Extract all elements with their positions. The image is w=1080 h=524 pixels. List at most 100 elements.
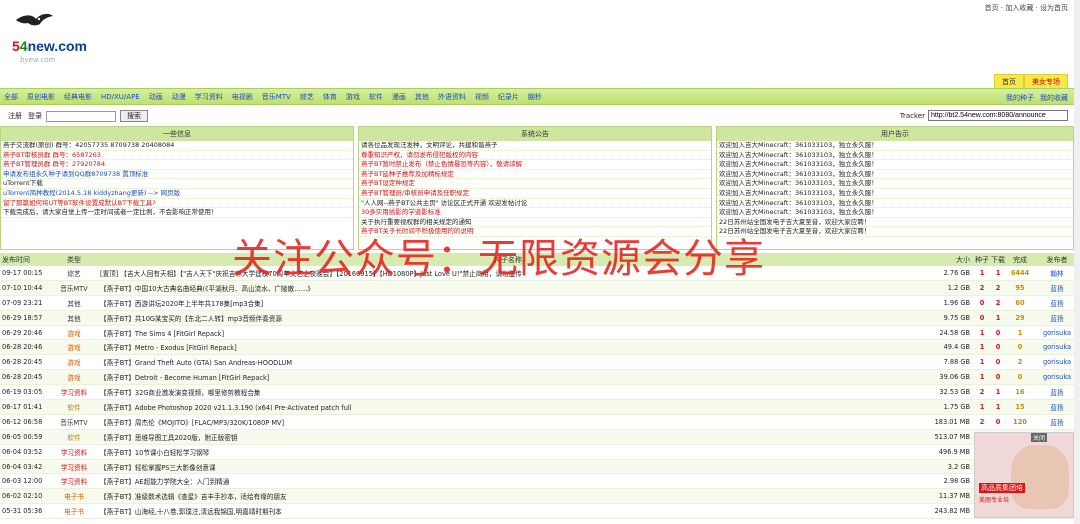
user-notice-row[interactable]: 22日苏州站全国发电子吉大夏至音，欢迎大家应聘！ (717, 227, 1073, 237)
table-row[interactable]: 06-05 00:59 软件 【燕子BT】思维导图工具2020版，附正版密钥 513.… (0, 429, 1080, 445)
row-name[interactable]: 【燕子BT】AE超能力学院大全：入门到精通 (96, 476, 916, 486)
announcement-row[interactable]: "人人网--燕子BT公共主页" 访论区正式开通 欢迎发帖讨论 (359, 199, 711, 209)
nav-my-seeds[interactable]: 我的种子 (1006, 93, 1034, 103)
row-name[interactable]: 【燕子BT】32G商业激发演变视频，哪里修剪教程合集 (96, 387, 916, 397)
row-type[interactable]: 软件 (52, 432, 96, 442)
col-seed[interactable]: 种子 (974, 255, 990, 265)
table-row[interactable]: 06-28 20:46 游戏 【燕子BT】Metro - Exodus [FitGi… (0, 340, 1080, 356)
table-row[interactable]: 06-12 06:58 音乐MTV 【燕子BT】周杰伦《MOJITO》[FLAC/M… (0, 415, 1080, 430)
user-notice-row[interactable]: 欢迎加入吉大Minecraft：361033103，独立永久服！ (717, 189, 1073, 199)
nav-item[interactable]: 外语资料 (438, 92, 466, 102)
user-notice-row[interactable]: 欢迎加入吉大Minecraft：361033103，独立永久服！ (717, 199, 1073, 209)
announcement-row[interactable]: 燕子BT管理员/审核员申请及任职规定 (359, 189, 711, 199)
col-size[interactable]: 大小 (916, 255, 974, 265)
row-type[interactable]: 游戏 (52, 372, 96, 382)
table-row[interactable]: 06-17 01:41 软件 【燕子BT】Adobe Photoshop 2020 … (0, 400, 1080, 415)
nav-item[interactable]: 学习资料 (195, 92, 223, 102)
floating-ad[interactable]: 关闭 高品质集团培 美丽专业培 (974, 432, 1074, 518)
nav-item[interactable]: 动漫 (172, 92, 186, 102)
tracker-url-field[interactable] (928, 110, 1068, 121)
nav-item[interactable]: 原创电影 (27, 92, 55, 102)
search-button[interactable]: 搜索 (120, 110, 148, 122)
info-row[interactable]: 申请发布组永久种子请到QQ群8709738 置顶标准 (1, 170, 353, 180)
col-type[interactable]: 类型 (52, 255, 96, 265)
info-row[interactable]: uTorrent简种教程(2014.5.18 kiddyzhang更新) -->… (1, 189, 353, 199)
site-logo[interactable]: 54new.com byew.com (6, 8, 126, 68)
row-name[interactable]: 【燕子BT】山海经,十八卷,郭璞注,清远我锦国,明嘉靖时期刊本 (96, 506, 916, 516)
user-notice-row[interactable]: 欢迎加入吉大Minecraft：361033103，独立永久服！ (717, 160, 1073, 170)
row-name[interactable]: 【燕子BT】10节课小白轻松学习钢琴 (96, 447, 916, 457)
announcement-row[interactable]: 燕子BT延种子推荐及加精标规定 (359, 170, 711, 180)
row-type[interactable]: 电子书 (52, 491, 96, 501)
nav-item[interactable]: 动画 (149, 92, 163, 102)
row-name[interactable]: 【燕子BT】共10G某宝买的【东北二人转】mp3音频伴奏资源 (96, 313, 916, 323)
table-row[interactable]: 06-28 20:45 游戏 【燕子BT】Grand Theft Auto (GTA… (0, 355, 1080, 371)
user-notice-row[interactable]: 欢迎加入吉大Minecraft：361033103，独立永久服！ (717, 170, 1073, 180)
nav-item[interactable]: 软件 (369, 92, 383, 102)
row-type[interactable]: 学习资料 (52, 476, 96, 486)
nav-item[interactable]: 其他 (415, 92, 429, 102)
row-type[interactable]: 音乐MTV (52, 283, 96, 293)
table-row[interactable]: 06-04 03:42 学习资料 【燕子BT】轻松掌握PS三大影像创意课 3.2 GB… (0, 459, 1080, 475)
nav-item[interactable]: 脑秒 (528, 92, 542, 102)
user-notice-row[interactable]: 欢迎加入吉大Minecraft：361033103，独立永久服！ (717, 141, 1073, 151)
login-link[interactable]: 登录 (28, 111, 42, 121)
info-row[interactable]: 燕子BT管理员群 群号：27920784 (1, 160, 353, 170)
row-name[interactable]: 【燕子BT】准级数术选辑《查星》吉丰手抄本，适给有缘的朋友 (96, 491, 916, 501)
row-type[interactable]: 其他 (52, 313, 96, 323)
search-input[interactable] (46, 110, 116, 122)
row-type[interactable]: 软件 (52, 402, 96, 412)
row-type[interactable]: 其他 (52, 298, 96, 308)
row-type[interactable]: 学习资料 (52, 462, 96, 472)
user-notice-row[interactable]: 欢迎加入吉大Minecraft：361033103，独立永久服！ (717, 151, 1073, 161)
top-links[interactable]: 首页 · 加入收藏 · 设为首页 (985, 3, 1068, 13)
scrollbar[interactable] (1074, 0, 1080, 524)
col-download[interactable]: 下载 (990, 255, 1006, 265)
row-type[interactable]: 游戏 (52, 357, 96, 367)
nav-item[interactable]: 电视剧 (232, 92, 253, 102)
table-row[interactable]: 06-29 20:46 游戏 【燕子BT】The Sims 4 [FitGirl R… (0, 326, 1080, 341)
announcement-row[interactable]: 燕子BT暂时禁止发布（禁止色情暴恐等内容），敬请谅解 (359, 160, 711, 170)
nav-item[interactable]: 经典电影 (64, 92, 92, 102)
row-name[interactable]: 【燕子BT】思维导图工具2020版，附正版密钥 (96, 432, 916, 442)
row-name[interactable]: 【燕子BT】Metro - Exodus [FitGirl Repack] (96, 342, 916, 352)
table-row[interactable]: 06-04 03:52 学习资料 【燕子BT】10节课小白轻松学习钢琴 496.9 M… (0, 445, 1080, 460)
nav-item[interactable]: 综艺 (300, 92, 314, 102)
user-notice-row[interactable]: 欢迎加入吉大Minecraft：361033103，独立永久服！ (717, 208, 1073, 218)
row-name[interactable]: 【燕子BT】The Sims 4 [FitGirl Repack] (96, 328, 916, 338)
announcement-row[interactable]: 燕子BT设定种规定 (359, 179, 711, 189)
table-row[interactable]: 07-09 23:21 其他 【燕子BT】西游讲坛2020年上半年共178集[mp3… (0, 296, 1080, 311)
row-type[interactable]: 综艺 (52, 268, 96, 278)
row-name[interactable]: 【燕子BT】中国10大古典名曲经典(《平湖秋月、高山流水、广陵散……》 (96, 283, 916, 293)
row-name[interactable]: 【燕子BT】轻松掌握PS三大影像创意课 (96, 462, 916, 472)
register-link[interactable]: 注册 (8, 111, 22, 121)
row-name[interactable]: 【燕子BT】Grand Theft Auto (GTA) San Andreas… (96, 357, 916, 367)
row-type[interactable]: 游戏 (52, 342, 96, 352)
table-row[interactable]: 06-29 18:57 其他 【燕子BT】共10G某宝买的【东北二人转】mp3音频伴… (0, 310, 1080, 326)
info-row[interactable]: 燕子BT审核员群 群号：6587263 (1, 151, 353, 161)
table-row[interactable]: 06-02 02:10 电子书 【燕子BT】准级数术选辑《查星》吉丰手抄本，适给有缘… (0, 489, 1080, 505)
row-type[interactable]: 学习资料 (52, 387, 96, 397)
nav-item[interactable]: 纪录片 (498, 92, 519, 102)
nav-item[interactable]: 漫画 (392, 92, 406, 102)
row-type[interactable]: 学习资料 (52, 447, 96, 457)
table-row[interactable]: 06-19 03:05 学习资料 【燕子BT】32G商业激发演变视频，哪里修剪教程合… (0, 385, 1080, 401)
col-time[interactable]: 发布时间 (0, 255, 52, 265)
nav-item[interactable]: 游戏 (346, 92, 360, 102)
info-row[interactable]: 留了那篇如何将UT等BT软件设置成默认BT下载工具? (1, 199, 353, 209)
announcement-row[interactable]: 请各位品发现汪发种，文明评论，共建和谐燕子 (359, 141, 711, 151)
announcement-row[interactable]: 30多实用插影的学道影标准 (359, 208, 711, 218)
col-done[interactable]: 完成 (1006, 255, 1034, 265)
row-type[interactable]: 电子书 (52, 506, 96, 516)
nav-item[interactable]: HD/XU/APE (101, 93, 140, 101)
ad-close-button[interactable]: 关闭 (1030, 433, 1047, 442)
nav-item[interactable]: 音乐MTV (262, 92, 291, 102)
row-name[interactable]: 【燕子BT】西游讲坛2020年上半年共178集[mp3合集] (96, 298, 916, 308)
row-name[interactable]: 【燕子BT】Adobe Photoshop 2020 v21.1.3.190 (… (96, 402, 916, 412)
row-name[interactable]: 【燕子BT】周杰伦《MOJITO》[FLAC/MP3/320K/1080P MV… (96, 417, 916, 427)
row-type[interactable]: 音乐MTV (52, 417, 96, 427)
row-type[interactable]: 游戏 (52, 328, 96, 338)
nav-item[interactable]: 全部 (4, 92, 18, 102)
table-row[interactable]: 06-28 20:45 游戏 【燕子BT】Detroit - Become Huma… (0, 370, 1080, 386)
info-row[interactable]: uTorrent下载 (1, 179, 353, 189)
